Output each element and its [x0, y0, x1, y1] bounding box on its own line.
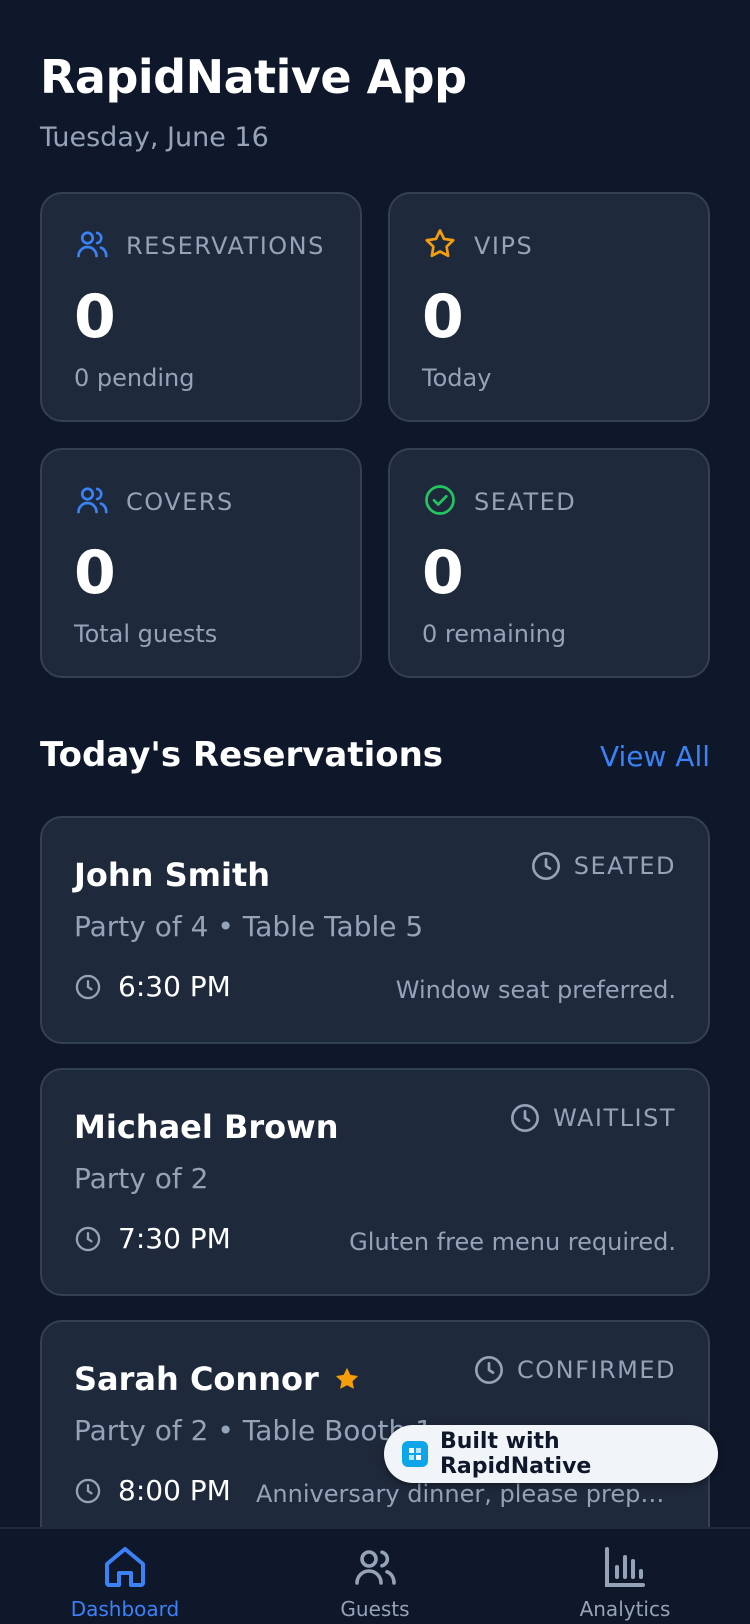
stat-value: 0 — [422, 538, 464, 608]
dashboard-screen: RapidNative App Tuesday, June 16 RESERVA… — [0, 0, 750, 1624]
status-text: CONFIRMED — [516, 1356, 676, 1384]
clock-icon — [75, 1478, 101, 1503]
check-circle-icon — [422, 482, 458, 522]
clock-icon — [75, 974, 101, 999]
status-text: SEATED — [573, 852, 676, 880]
reservation-card[interactable]: Michael Brown WAITLIST Party of 2 7:30 P… — [40, 1068, 710, 1296]
bar-chart-icon — [605, 1547, 645, 1587]
reservation-time: 7:30 PM — [74, 1222, 231, 1255]
party-info: Party of 2 — [74, 1162, 209, 1195]
stat-value: 0 — [74, 538, 116, 608]
guest-name: Sarah Connor — [74, 1360, 361, 1398]
stat-card-covers[interactable]: COVERS 0 Total guests — [40, 448, 362, 678]
stat-card-reservations[interactable]: RESERVATIONS 0 0 pending — [40, 192, 362, 422]
current-date: Tuesday, June 16 — [40, 122, 269, 153]
status-badge: SEATED — [530, 850, 676, 882]
bottom-tab-bar: Dashboard Guests Analytics — [0, 1527, 750, 1624]
stat-subtext: Total guests — [74, 620, 218, 648]
status-badge: WAITLIST — [509, 1102, 676, 1134]
vip-star-icon — [335, 1367, 358, 1389]
home-icon — [105, 1547, 145, 1587]
tab-guests[interactable]: Guests — [275, 1543, 475, 1621]
stat-card-vips[interactable]: VIPS 0 Today — [388, 192, 710, 422]
stat-label: VIPS — [474, 232, 534, 260]
built-with-badge[interactable]: Built with RapidNative — [384, 1425, 718, 1483]
tab-label: Guests — [340, 1597, 410, 1621]
users-icon — [74, 482, 110, 522]
status-badge: CONFIRMED — [473, 1354, 676, 1386]
reservation-time: 8:00 PM — [74, 1474, 231, 1507]
tab-label: Dashboard — [70, 1597, 180, 1621]
stat-label: COVERS — [126, 488, 234, 516]
guest-name: John Smith — [74, 856, 270, 894]
guest-name-text: Michael Brown — [74, 1108, 339, 1146]
stat-subtext: Today — [422, 364, 492, 392]
tab-label: Analytics — [579, 1597, 671, 1621]
users-icon — [355, 1550, 396, 1585]
guest-name: Michael Brown — [74, 1108, 338, 1146]
stat-label: SEATED — [474, 488, 577, 516]
party-info: Party of 2 • Table Booth 1 — [74, 1414, 433, 1447]
guest-name-text: Sarah Connor — [74, 1360, 319, 1398]
view-all-link[interactable]: View All — [600, 740, 710, 773]
app-title: RapidNative App — [40, 50, 467, 104]
section-title: Today's Reservations — [40, 735, 444, 775]
reservation-note: Gluten free menu required. — [349, 1228, 676, 1256]
stat-subtext: 0 pending — [74, 364, 195, 392]
stat-value: 0 — [422, 282, 464, 352]
badge-text: Built with RapidNative — [439, 1429, 592, 1479]
reservation-note: Anniversary dinner, please prepare ... — [256, 1480, 676, 1508]
stat-card-seated[interactable]: SEATED 0 0 remaining — [388, 448, 710, 678]
clock-icon — [511, 1104, 540, 1132]
rapidnative-logo-icon — [402, 1441, 428, 1467]
tab-analytics[interactable]: Analytics — [525, 1543, 725, 1621]
stat-subtext: 0 remaining — [422, 620, 567, 648]
stat-value: 0 — [74, 282, 116, 352]
stat-label: RESERVATIONS — [126, 232, 325, 260]
party-info: Party of 4 • Table Table 5 — [74, 910, 424, 943]
status-text: WAITLIST — [553, 1104, 676, 1132]
users-icon — [74, 226, 110, 266]
guest-name-text: John Smith — [74, 856, 271, 894]
star-icon — [422, 226, 458, 266]
time-text: 6:30 PM — [118, 970, 231, 1003]
clock-icon — [75, 1226, 101, 1251]
reservation-note: Window seat preferred. — [395, 976, 676, 1004]
time-text: 8:00 PM — [118, 1474, 231, 1507]
tab-dashboard[interactable]: Dashboard — [25, 1543, 225, 1621]
time-text: 7:30 PM — [118, 1222, 231, 1255]
reservation-time: 6:30 PM — [74, 970, 231, 1003]
reservation-card[interactable]: John Smith SEATED Party of 4 • Table Tab… — [40, 816, 710, 1044]
clock-icon — [531, 852, 560, 880]
clock-icon — [474, 1356, 503, 1384]
